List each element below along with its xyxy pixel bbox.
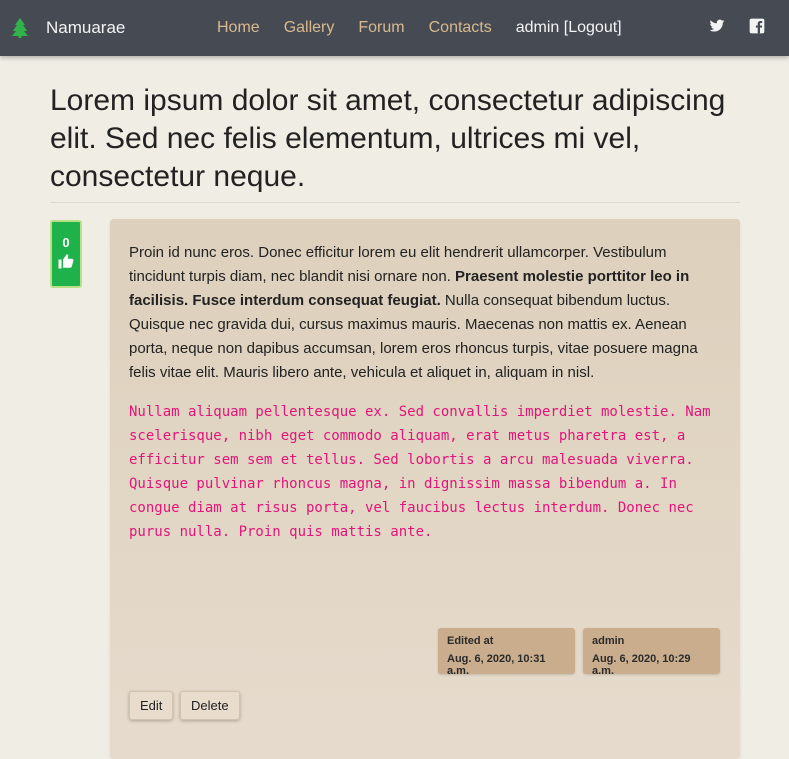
- thumbs-up-icon[interactable]: [57, 252, 75, 270]
- author-badge: admin Aug. 6, 2020, 10:29 a.m.: [583, 628, 720, 677]
- tree-icon: [12, 18, 28, 38]
- nav-link-gallery[interactable]: Gallery: [284, 19, 335, 37]
- facebook-icon[interactable]: [749, 18, 765, 34]
- post-body: Proin id nunc eros. Donec efficitur lore…: [129, 241, 709, 385]
- nav-link-forum[interactable]: Forum: [358, 19, 404, 37]
- brand-name: Namuarae: [46, 18, 126, 37]
- post-code-block: Nullam aliquam pellentesque ex. Sed conv…: [129, 404, 711, 540]
- post-title: Lorem ipsum dolor sit amet, consectetur …: [50, 84, 726, 193]
- top-navbar: Namuarae Home Gallery Forum Contacts adm…: [0, 0, 789, 56]
- edited-date: Aug. 6, 2020, 10:31 a.m.: [447, 653, 546, 677]
- edited-badge: Edited at Aug. 6, 2020, 10:31 a.m.: [438, 628, 575, 677]
- vote-box[interactable]: 0: [50, 220, 82, 288]
- brand[interactable]: Namuarae: [12, 18, 125, 38]
- delete-button[interactable]: Delete: [180, 691, 240, 720]
- twitter-icon[interactable]: [709, 18, 725, 34]
- social-links: [685, 18, 765, 34]
- edited-label: Edited at: [447, 635, 494, 647]
- nav-link-home[interactable]: Home: [217, 19, 260, 37]
- nav-link-contacts[interactable]: Contacts: [429, 19, 492, 37]
- author-name[interactable]: admin: [592, 635, 711, 647]
- posted-date: Aug. 6, 2020, 10:29 a.m.: [592, 653, 691, 677]
- edit-button[interactable]: Edit: [129, 691, 174, 720]
- logout-link[interactable]: admin [Logout]: [516, 19, 622, 37]
- title-divider: [50, 202, 740, 203]
- post-card: Proin id nunc eros. Donec efficitur lore…: [110, 219, 740, 759]
- nav-links: Home Gallery Forum Contacts admin [Logou…: [217, 0, 622, 56]
- vote-count: 0: [62, 235, 70, 250]
